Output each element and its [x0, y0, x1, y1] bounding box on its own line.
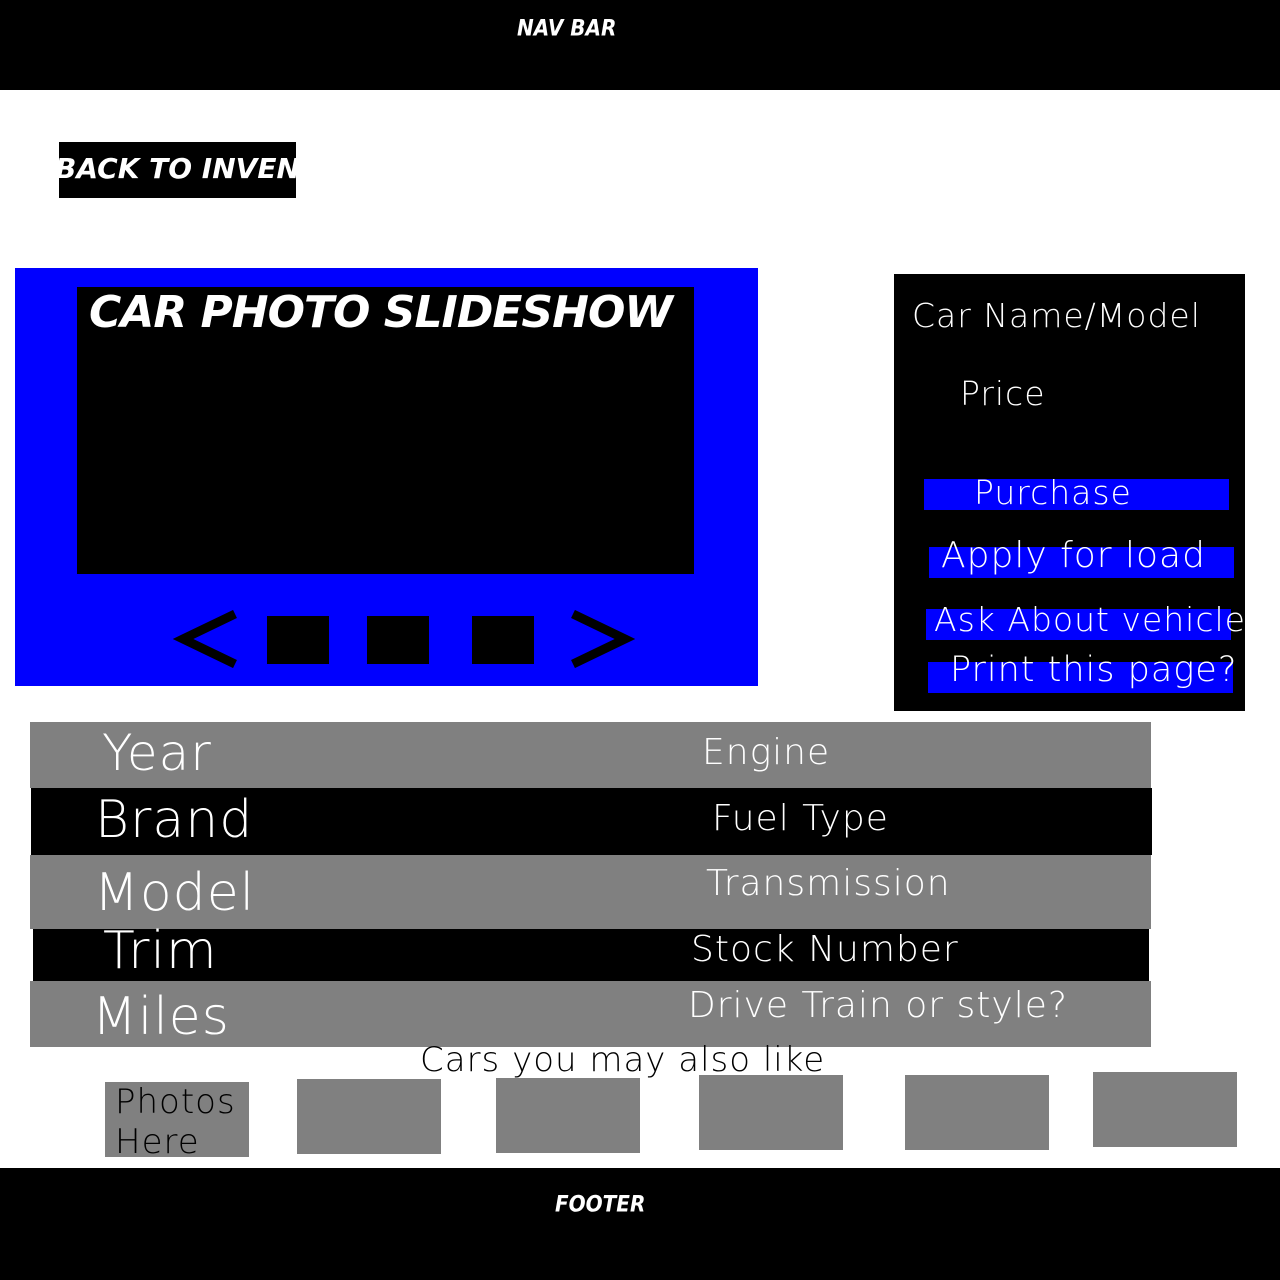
spec-miles: Miles — [92, 987, 230, 1047]
similar-car-card-1[interactable]: Photos Here — [105, 1082, 249, 1162]
similar-cars-title: Cars you may also like — [420, 1040, 826, 1080]
spec-row-model: Model Transmission — [30, 855, 1151, 929]
spec-year: Year — [102, 724, 212, 782]
spec-transmission: Transmission — [706, 863, 951, 904]
apply-for-loan-label: Apply for load — [941, 535, 1206, 576]
slideshow-title: CAR PHOTO SLIDESHOW — [89, 287, 673, 338]
car-info-panel: Car Name/Model Price Purchase Apply for … — [894, 274, 1245, 711]
print-page-label: Print this page? — [950, 650, 1238, 690]
spec-engine: Engine — [702, 732, 831, 773]
similar-car-card-3[interactable] — [496, 1078, 640, 1153]
ask-about-vehicle-button[interactable]: Ask About vehicle — [926, 600, 1245, 640]
similar-car-card-5[interactable] — [905, 1075, 1049, 1150]
similar-car-card-6[interactable] — [1093, 1072, 1237, 1147]
footer-label: FOOTER — [555, 1190, 646, 1218]
slideshow-thumbnail-1[interactable] — [267, 616, 329, 664]
purchase-button[interactable]: Purchase — [924, 473, 1229, 512]
car-name-model: Car Name/Model — [912, 296, 1201, 335]
spec-drive-train: Drive Train or style? — [688, 985, 1068, 1026]
similar-car-card-4[interactable] — [699, 1075, 843, 1150]
spec-row-trim: Trim Stock Number — [33, 921, 1149, 981]
slideshow-thumbnail-2[interactable] — [367, 616, 429, 664]
purchase-label: Purchase — [974, 473, 1132, 512]
spec-stock-number: Stock Number — [691, 929, 959, 970]
spec-trim: Trim — [103, 921, 218, 981]
back-to-inventory-label: BACK TO INVENTORY — [59, 152, 296, 185]
apply-for-loan-button[interactable]: Apply for load — [929, 535, 1234, 578]
print-page-button[interactable]: Print this page? — [928, 650, 1236, 693]
slideshow-image: CAR PHOTO SLIDESHOW — [77, 287, 694, 574]
spec-model: Model — [94, 863, 256, 923]
spec-row-year: Year Engine — [30, 722, 1151, 788]
footer: FOOTER — [0, 1168, 1280, 1280]
spec-row-brand: Brand Fuel Type — [31, 788, 1152, 855]
car-price: Price — [960, 374, 1046, 413]
photos-here-label: Photos Here — [115, 1082, 236, 1162]
slideshow-thumbnail-3[interactable] — [472, 616, 534, 664]
spec-row-miles: Miles Drive Train or style? — [30, 981, 1151, 1047]
back-to-inventory-button[interactable]: BACK TO INVENTORY — [59, 142, 296, 198]
similar-car-card-2[interactable] — [297, 1079, 441, 1154]
ask-about-vehicle-label: Ask About vehicle — [934, 600, 1246, 639]
nav-bar: NAV BAR — [0, 0, 1280, 90]
chevron-right-icon[interactable] — [565, 610, 635, 668]
nav-bar-label: NAV BAR — [517, 14, 617, 42]
car-photo-slideshow: CAR PHOTO SLIDESHOW — [15, 268, 758, 686]
chevron-left-icon[interactable] — [173, 610, 243, 668]
spec-fuel-type: Fuel Type — [712, 798, 889, 839]
spec-brand: Brand — [95, 790, 254, 850]
